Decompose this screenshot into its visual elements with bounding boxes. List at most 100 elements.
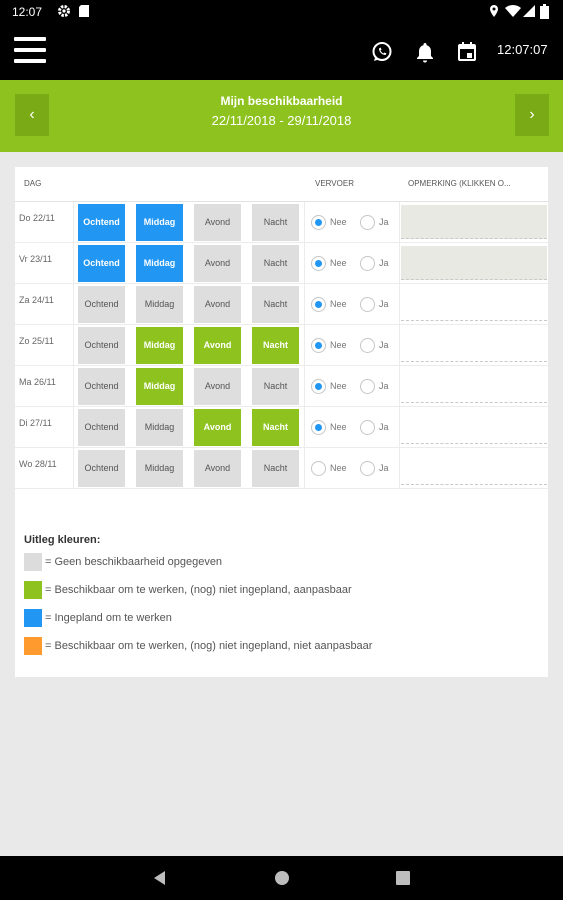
day-label: Vr 23/11 xyxy=(19,254,53,264)
table-row: Zo 25/11 Ochtend Middag Avond Nacht Nee Ja xyxy=(15,325,548,366)
slot-morning-button[interactable]: Ochtend xyxy=(78,286,125,323)
wifi-icon xyxy=(505,4,521,18)
column-divider xyxy=(304,448,305,489)
transport-yes-label: Ja xyxy=(379,422,389,432)
column-divider xyxy=(304,202,305,243)
transport-no-label: Nee xyxy=(330,422,347,432)
transport-no-label: Nee xyxy=(330,463,347,473)
slot-night-button[interactable]: Nacht xyxy=(252,204,299,241)
slot-afternoon-button[interactable]: Middag xyxy=(136,368,183,405)
slot-night-button[interactable]: Nacht xyxy=(252,409,299,446)
home-icon[interactable] xyxy=(274,870,290,886)
transport-yes-label: Ja xyxy=(379,463,389,473)
transport-no-radio[interactable] xyxy=(311,256,326,271)
transport-yes-radio[interactable] xyxy=(360,379,375,394)
slot-afternoon-button[interactable]: Middag xyxy=(136,409,183,446)
remark-field[interactable] xyxy=(401,205,547,239)
settings-icon xyxy=(58,5,70,17)
slot-evening-button[interactable]: Avond xyxy=(194,450,241,487)
location-icon xyxy=(490,5,498,17)
slot-afternoon-button[interactable]: Middag xyxy=(136,450,183,487)
period-header: ‹ Mijn beschikbaarheid 22/11/2018 - 29/1… xyxy=(0,80,563,152)
slot-evening-button[interactable]: Avond xyxy=(194,368,241,405)
column-divider xyxy=(73,284,74,325)
transport-yes-radio[interactable] xyxy=(360,297,375,312)
column-divider xyxy=(73,407,74,448)
page-title: Mijn beschikbaarheid xyxy=(220,94,343,108)
slot-morning-button[interactable]: Ochtend xyxy=(78,450,125,487)
legend-swatch xyxy=(24,581,42,599)
slot-night-button[interactable]: Nacht xyxy=(252,368,299,405)
remark-field[interactable] xyxy=(401,246,547,280)
chevron-right-icon: › xyxy=(529,106,535,123)
transport-yes-label: Ja xyxy=(379,258,389,268)
legend-swatch xyxy=(24,553,42,571)
slot-night-button[interactable]: Nacht xyxy=(252,450,299,487)
slot-evening-button[interactable]: Avond xyxy=(194,327,241,364)
remark-field[interactable] xyxy=(401,451,547,485)
slot-night-button[interactable]: Nacht xyxy=(252,245,299,282)
day-label: Wo 28/11 xyxy=(19,459,57,469)
slot-afternoon-button[interactable]: Middag xyxy=(136,245,183,282)
transport-no-radio[interactable] xyxy=(311,461,326,476)
transport-no-radio[interactable] xyxy=(311,215,326,230)
column-divider xyxy=(399,243,400,284)
slot-afternoon-button[interactable]: Middag xyxy=(136,204,183,241)
slot-night-button[interactable]: Nacht xyxy=(252,286,299,323)
whatsapp-icon[interactable] xyxy=(370,40,394,64)
bell-icon[interactable] xyxy=(413,40,437,64)
transport-no-radio[interactable] xyxy=(311,297,326,312)
day-label: Do 22/11 xyxy=(19,213,55,223)
calendar-icon[interactable] xyxy=(455,40,479,64)
day-label: Ma 26/11 xyxy=(19,377,56,387)
recents-icon[interactable] xyxy=(395,870,411,886)
day-label: Zo 25/11 xyxy=(19,336,54,346)
header-remark: OPMERKING (KLIKKEN O... xyxy=(408,179,511,188)
column-divider xyxy=(399,202,400,243)
transport-no-radio[interactable] xyxy=(311,379,326,394)
next-week-button[interactable]: › xyxy=(515,94,549,136)
table-row: Ma 26/11 Ochtend Middag Avond Nacht Nee Ja xyxy=(15,366,548,407)
transport-no-radio[interactable] xyxy=(311,420,326,435)
column-divider xyxy=(304,407,305,448)
slot-morning-button[interactable]: Ochtend xyxy=(78,368,125,405)
status-time: 12:07 xyxy=(12,5,43,19)
remark-field[interactable] xyxy=(401,369,547,403)
system-nav-bar xyxy=(0,856,563,900)
menu-icon[interactable] xyxy=(14,37,46,63)
remark-field[interactable] xyxy=(401,328,547,362)
toolbar-clock: 12:07:07 xyxy=(497,42,548,57)
transport-no-radio[interactable] xyxy=(311,338,326,353)
transport-no-label: Nee xyxy=(330,217,347,227)
slot-evening-button[interactable]: Avond xyxy=(194,286,241,323)
table-row: Vr 23/11 Ochtend Middag Avond Nacht Nee Ja xyxy=(15,243,548,284)
back-icon[interactable] xyxy=(152,870,168,886)
slot-morning-button[interactable]: Ochtend xyxy=(78,327,125,364)
transport-yes-radio[interactable] xyxy=(360,338,375,353)
column-divider xyxy=(304,243,305,284)
transport-yes-radio[interactable] xyxy=(360,215,375,230)
slot-night-button[interactable]: Nacht xyxy=(252,327,299,364)
column-divider xyxy=(73,325,74,366)
transport-yes-radio[interactable] xyxy=(360,461,375,476)
slot-evening-button[interactable]: Avond xyxy=(194,245,241,282)
transport-yes-radio[interactable] xyxy=(360,420,375,435)
transport-yes-radio[interactable] xyxy=(360,256,375,271)
slot-evening-button[interactable]: Avond xyxy=(194,409,241,446)
legend-swatch xyxy=(24,637,42,655)
slot-afternoon-button[interactable]: Middag xyxy=(136,327,183,364)
day-label: Di 27/11 xyxy=(19,418,52,428)
column-divider xyxy=(73,448,74,489)
remark-field[interactable] xyxy=(401,410,547,444)
slot-evening-button[interactable]: Avond xyxy=(194,204,241,241)
slot-morning-button[interactable]: Ochtend xyxy=(78,409,125,446)
remark-field[interactable] xyxy=(401,287,547,321)
slot-morning-button[interactable]: Ochtend xyxy=(78,204,125,241)
legend-swatch xyxy=(24,609,42,627)
slot-afternoon-button[interactable]: Middag xyxy=(136,286,183,323)
header-day: DAG xyxy=(24,179,42,188)
table-row: Di 27/11 Ochtend Middag Avond Nacht Nee Ja xyxy=(15,407,548,448)
table-row: Do 22/11 Ochtend Middag Avond Nacht Nee Ja xyxy=(15,202,548,243)
slot-morning-button[interactable]: Ochtend xyxy=(78,245,125,282)
transport-yes-label: Ja xyxy=(379,340,389,350)
